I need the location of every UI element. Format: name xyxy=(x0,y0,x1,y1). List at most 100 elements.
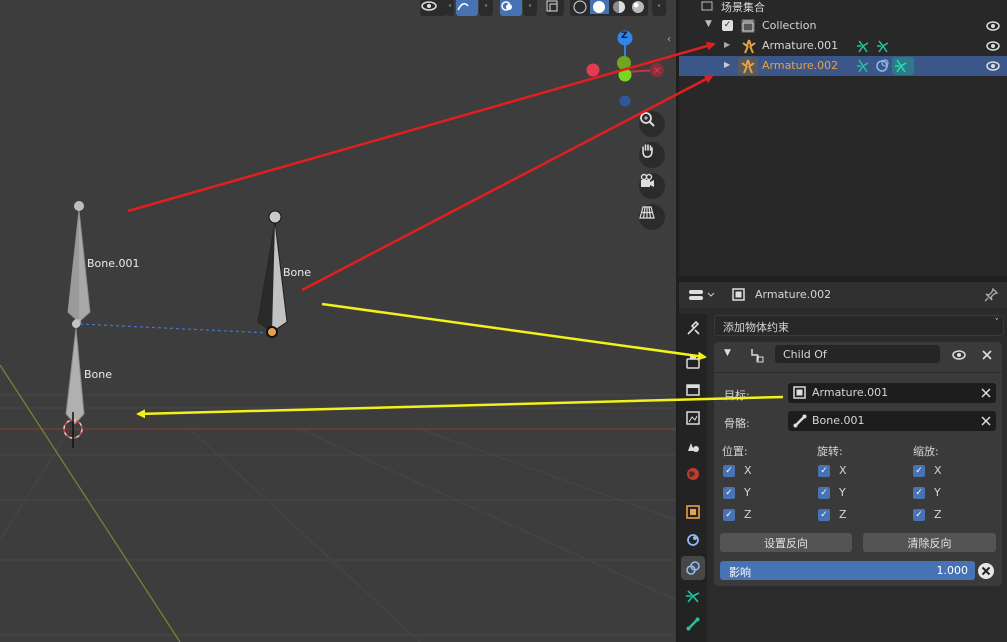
tab-object-constraints[interactable] xyxy=(681,556,705,580)
gizmo-z-label: Z xyxy=(621,31,628,41)
physics-icon xyxy=(687,534,699,546)
rotation-z-checkbox[interactable]: ✓ xyxy=(818,509,830,521)
object-icon xyxy=(793,386,806,399)
bone-label: Bone.001 xyxy=(87,257,140,270)
collapse-arrow-icon[interactable]: ‹ xyxy=(667,34,671,45)
expand-arrow-icon[interactable]: ▶ xyxy=(724,40,730,49)
outliner-item-armature-001[interactable]: ▶ Armature.001 xyxy=(679,36,1007,56)
perspective-toggle[interactable] xyxy=(639,204,665,230)
editor-type-dropdown[interactable] xyxy=(687,286,717,304)
clear-inverse-button[interactable]: 清除反向 xyxy=(863,533,996,552)
scale-y-checkbox[interactable]: ✓ xyxy=(913,487,925,499)
eye-icon[interactable] xyxy=(951,348,967,362)
overlay-icon xyxy=(501,1,512,11)
location-y-checkbox[interactable]: ✓ xyxy=(723,487,735,499)
gizmo-toggle[interactable] xyxy=(456,0,478,16)
tab-armature-data[interactable] xyxy=(681,584,705,608)
gizmo-icon xyxy=(457,3,469,11)
axis-label: Z xyxy=(744,508,752,521)
eye-icon[interactable] xyxy=(985,39,1001,53)
tab-world[interactable] xyxy=(681,462,705,486)
tab-render[interactable] xyxy=(681,350,705,374)
3d-viewport[interactable]: ✕ Bone.001 Bone Bone Z ˅ ˅ ˅ ˅ ‹ xyxy=(0,0,676,642)
overlay-toggle[interactable] xyxy=(500,0,522,16)
chevron-down-icon: ˅ xyxy=(994,318,1000,328)
tab-bone[interactable] xyxy=(681,612,705,636)
output-icon xyxy=(686,384,700,396)
collection-icon xyxy=(741,19,755,33)
location-z-checkbox[interactable]: ✓ xyxy=(723,509,735,521)
axis-label: X xyxy=(934,464,942,477)
tab-modifiers[interactable] xyxy=(681,528,705,552)
rotation-y-checkbox[interactable]: ✓ xyxy=(818,487,830,499)
panel-divider xyxy=(714,372,1002,373)
close-icon[interactable] xyxy=(981,416,991,426)
scale-x-checkbox[interactable]: ✓ xyxy=(913,465,925,477)
xray-icon xyxy=(546,0,558,12)
close-icon[interactable] xyxy=(981,388,991,398)
collapse-arrow-icon[interactable]: ▼ xyxy=(724,348,731,358)
pan-button[interactable] xyxy=(639,142,665,168)
bone-icon xyxy=(686,617,700,631)
tab-scene[interactable] xyxy=(681,434,705,458)
close-icon[interactable] xyxy=(981,349,993,361)
armature-icon xyxy=(738,57,758,75)
axis-label: Y xyxy=(744,486,751,499)
visibility-dropdown[interactable] xyxy=(420,0,446,16)
tab-object[interactable] xyxy=(681,500,705,524)
rotation-x-checkbox[interactable]: ✓ xyxy=(818,465,830,477)
navigation-gizmo[interactable]: ✕ xyxy=(586,30,665,107)
pin-icon[interactable] xyxy=(983,287,999,303)
expand-arrow-icon[interactable]: ▼ xyxy=(705,19,712,29)
bone-field[interactable]: Bone.001 xyxy=(788,411,996,431)
xray-toggle[interactable] xyxy=(546,0,564,16)
outliner-item-label: Armature.002 xyxy=(762,59,839,72)
render-icon xyxy=(686,356,700,369)
viewport-canvas: ✕ xyxy=(0,30,676,642)
chevron-down-icon[interactable]: ˅ xyxy=(446,0,454,16)
scale-z-checkbox[interactable]: ✓ xyxy=(913,509,925,521)
scene-collection-row[interactable]: 场景集合 xyxy=(679,0,1007,16)
constraint-name-field[interactable]: Child Of xyxy=(775,345,940,363)
constraint-header: ▼ Child Of xyxy=(714,342,1002,368)
chevron-down-icon[interactable]: ˅ xyxy=(652,0,666,16)
tab-output[interactable] xyxy=(681,378,705,402)
zoom-button[interactable] xyxy=(639,111,665,137)
outliner: 场景集合 ▼ ✓ Collection ▶ Armature.001 ▶ Arm… xyxy=(679,0,1007,276)
svg-text:✕: ✕ xyxy=(653,66,661,77)
eye-icon[interactable] xyxy=(985,19,1001,33)
checkbox-icon[interactable]: ✓ xyxy=(722,20,733,31)
close-icon[interactable] xyxy=(977,562,995,580)
shading-modes[interactable] xyxy=(570,0,648,16)
camera-icon xyxy=(640,173,654,187)
scene-icon xyxy=(688,443,699,452)
target-field[interactable]: Armature.001 xyxy=(788,383,996,403)
eye-icon[interactable] xyxy=(985,59,1001,73)
view-layer-icon xyxy=(686,411,700,425)
relationship-line xyxy=(79,323,271,334)
axis-label: Z xyxy=(934,508,942,521)
influence-slider[interactable]: 影响 1.000 xyxy=(720,561,975,580)
header-object-name: Armature.002 xyxy=(755,288,832,301)
axis-label: Y xyxy=(934,486,941,499)
chevron-down-icon[interactable]: ˅ xyxy=(479,0,493,16)
target-value: Armature.001 xyxy=(812,386,889,399)
grid-icon xyxy=(639,206,655,219)
add-constraint-label: 添加物体约束 xyxy=(723,321,789,334)
set-inverse-button[interactable]: 设置反向 xyxy=(720,533,852,552)
bone-label: Bone xyxy=(283,266,312,279)
add-constraint-dropdown[interactable]: 添加物体约束 ˅ xyxy=(714,315,1004,336)
tab-tool[interactable] xyxy=(681,316,705,340)
camera-view-button[interactable] xyxy=(639,173,665,199)
hand-icon xyxy=(642,144,653,158)
child-of-icon xyxy=(751,349,764,363)
bone-lower[interactable] xyxy=(65,320,85,425)
outliner-item-armature-002[interactable]: ▶ Armature.002 xyxy=(679,56,1007,76)
location-x-checkbox[interactable]: ✓ xyxy=(723,465,735,477)
collection-row[interactable]: ▼ ✓ Collection xyxy=(679,16,1007,36)
chevron-down-icon[interactable]: ˅ xyxy=(523,0,537,16)
tab-view-layer[interactable] xyxy=(681,406,705,430)
constraint-name: Child Of xyxy=(783,348,827,361)
shading-icons xyxy=(573,0,644,14)
expand-arrow-icon[interactable]: ▶ xyxy=(724,60,730,69)
